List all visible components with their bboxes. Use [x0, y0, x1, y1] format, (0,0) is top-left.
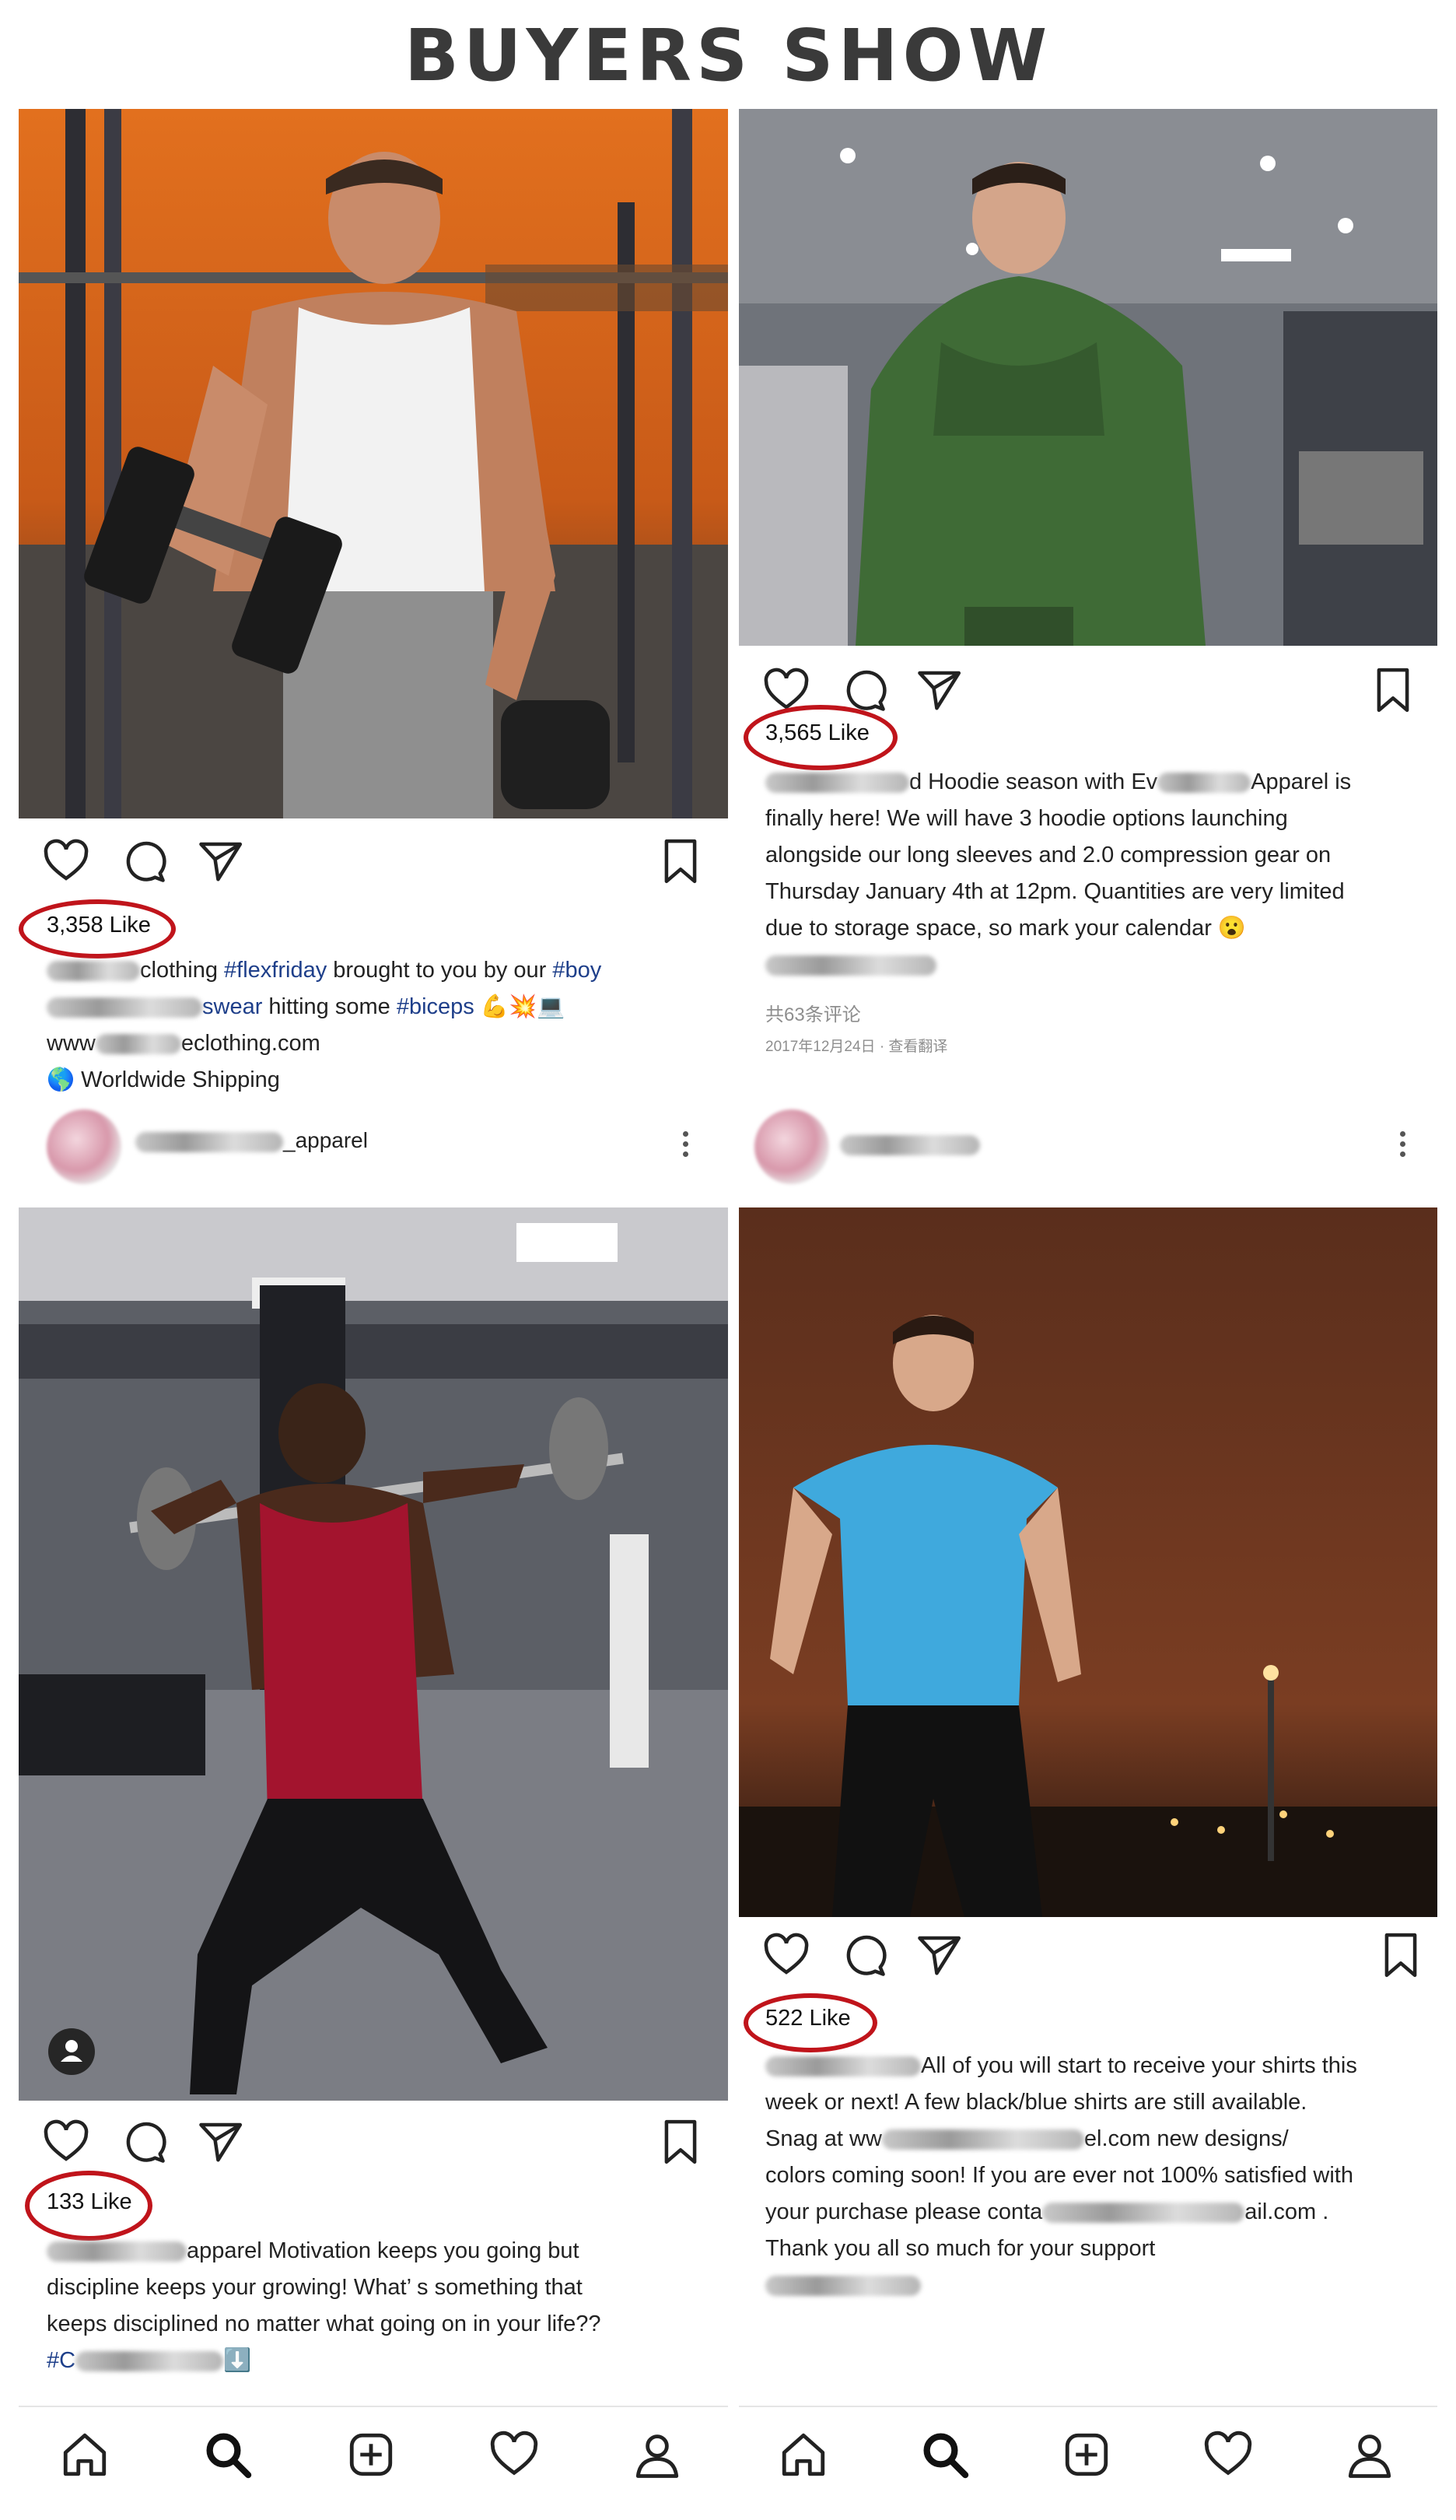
- profile-icon[interactable]: [632, 2429, 683, 2480]
- post-caption: All of you will start to receive your sh…: [765, 2048, 1434, 2304]
- bottom-tab-bar: [739, 2406, 1437, 2499]
- search-icon[interactable]: [202, 2429, 254, 2480]
- post-photo-blue-shirt[interactable]: [739, 1207, 1437, 1917]
- likes-count: 133 Like: [47, 2189, 132, 2214]
- post-bottom-right: 522 Like All of you will start to receiv…: [739, 1207, 1437, 2406]
- bookmark-icon[interactable]: [1377, 1931, 1425, 1979]
- post-photo-green-hoodie[interactable]: [739, 109, 1437, 646]
- comment-icon[interactable]: [120, 837, 168, 885]
- post-photo-barbell-lunge[interactable]: [19, 1207, 728, 2101]
- bookmark-icon[interactable]: [656, 837, 705, 885]
- home-icon[interactable]: [778, 2429, 829, 2480]
- heart-icon[interactable]: [762, 1931, 810, 1979]
- likes-count: 522 Like: [765, 2006, 851, 2031]
- comment-icon[interactable]: [120, 2118, 168, 2166]
- post-photo-gym-curl[interactable]: [19, 109, 728, 818]
- search-icon[interactable]: [919, 2429, 971, 2480]
- post-actions: [42, 837, 711, 892]
- bookmark-icon[interactable]: [1369, 666, 1417, 714]
- post-header: [739, 1105, 1437, 1190]
- post-actions: [42, 2118, 711, 2172]
- post-bottom-left: 133 Like apparel Motivation keeps you go…: [19, 1207, 728, 2413]
- post-caption: apparel Motivation keeps you going but d…: [47, 2238, 601, 2373]
- send-icon[interactable]: [915, 1931, 963, 1979]
- more-options-icon[interactable]: [1400, 1127, 1408, 1162]
- heart-icon[interactable]: [42, 2118, 90, 2166]
- avatar[interactable]: [47, 1109, 121, 1184]
- heart-icon[interactable]: [42, 837, 90, 885]
- post-username[interactable]: [840, 1131, 980, 1156]
- post-date: 2017年12月24日 · 查看翻译: [765, 1039, 948, 1055]
- home-icon[interactable]: [59, 2429, 110, 2480]
- more-options-icon[interactable]: [683, 1127, 691, 1162]
- likes-count: 3,358 Like: [47, 913, 151, 938]
- post-top-left: 3,358 Like clothing #flexfriday brought …: [19, 109, 728, 1097]
- page-title: BUYERS SHOW: [404, 14, 1052, 97]
- profile-icon[interactable]: [1344, 2429, 1395, 2480]
- send-icon[interactable]: [196, 2118, 244, 2166]
- post-caption: d Hoodie season with Ev Apparel is finall…: [765, 764, 1434, 983]
- add-icon[interactable]: [345, 2429, 397, 2480]
- bottom-tab-bar: [19, 2406, 728, 2499]
- activity-heart-icon[interactable]: [488, 2429, 540, 2480]
- bookmark-icon[interactable]: [656, 2118, 705, 2166]
- likes-count: 3,565 Like: [765, 720, 870, 745]
- post-top-right: 3,565 Like d Hoodie season with Ev Appare…: [739, 109, 1437, 1066]
- activity-heart-icon[interactable]: [1202, 2429, 1254, 2480]
- post-username[interactable]: _apparel: [135, 1128, 368, 1153]
- comment-icon[interactable]: [840, 1931, 888, 1979]
- avatar[interactable]: [754, 1109, 829, 1184]
- send-icon[interactable]: [196, 837, 244, 885]
- post-actions: [762, 1931, 1417, 1986]
- send-icon[interactable]: [915, 666, 963, 714]
- comments-count[interactable]: 共63条评论: [765, 999, 861, 1026]
- post-caption: clothing #flexfriday brought to you by o…: [47, 958, 602, 1092]
- post-header: _apparel: [19, 1105, 728, 1190]
- add-icon[interactable]: [1061, 2429, 1112, 2480]
